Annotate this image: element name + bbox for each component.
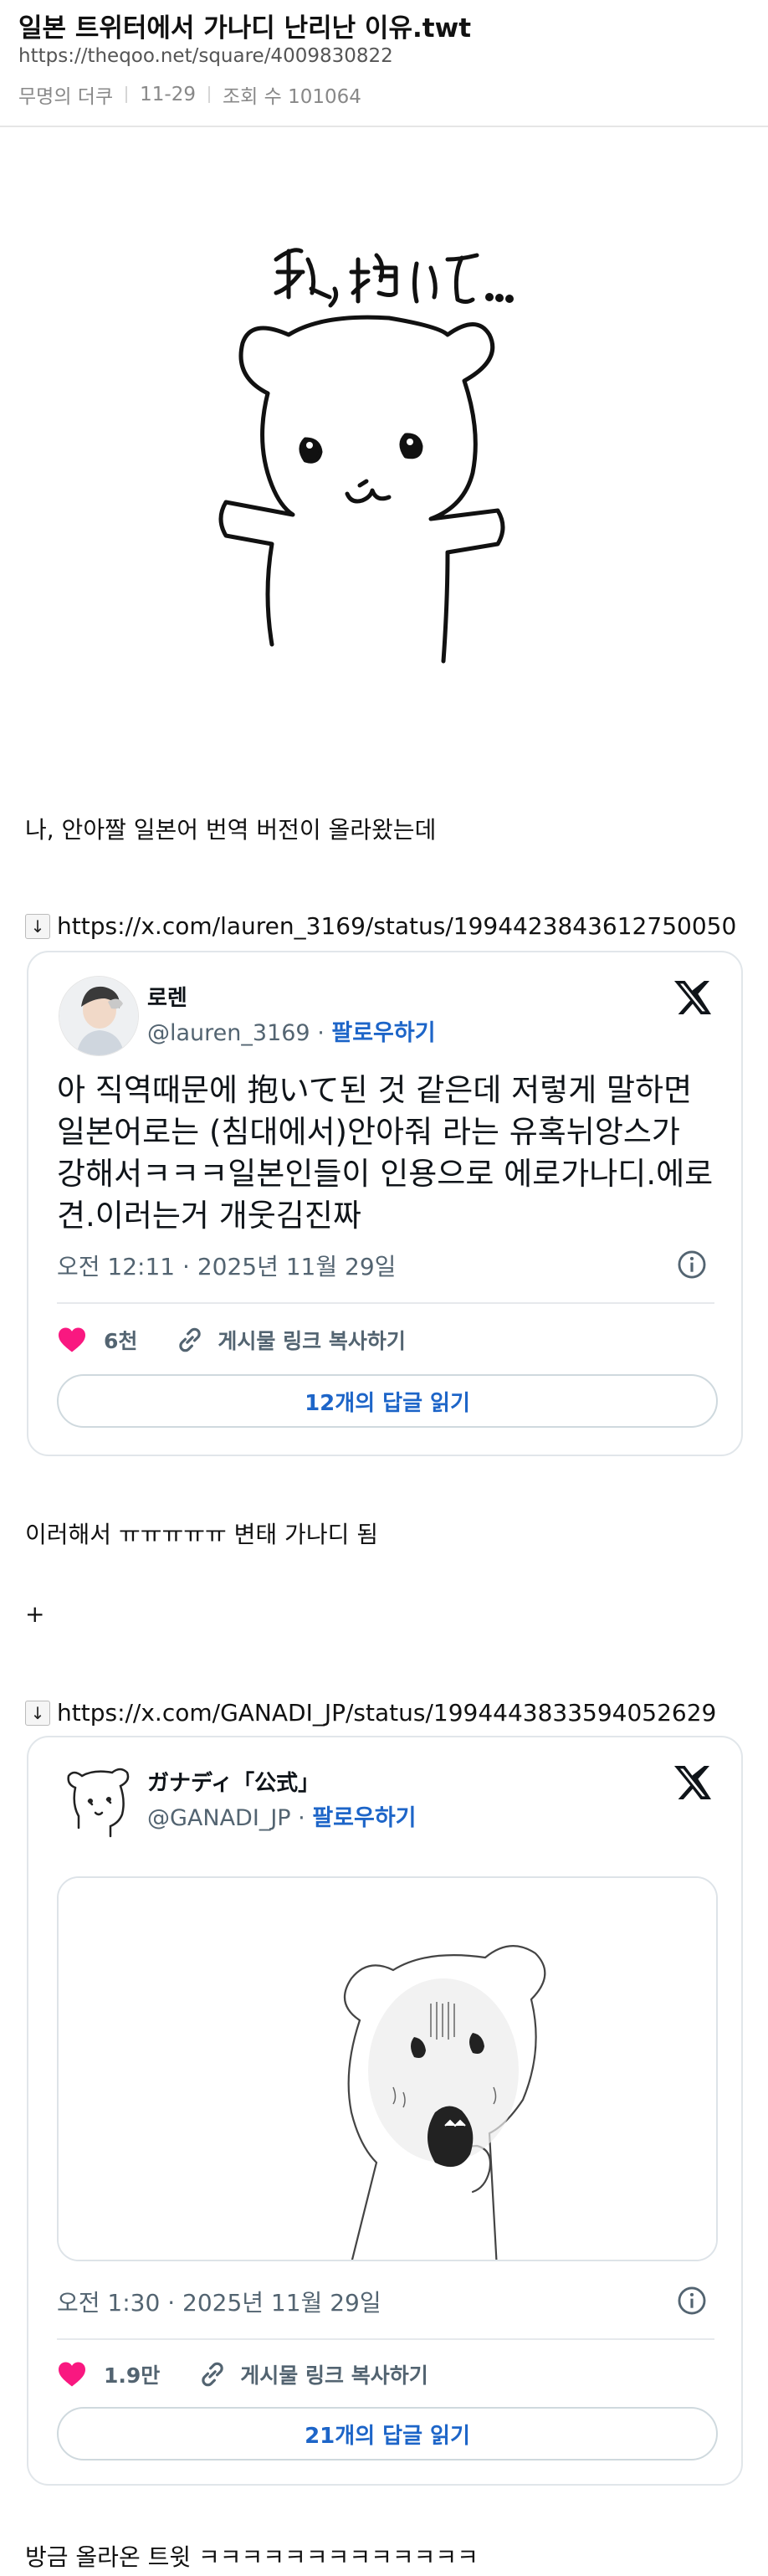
plus-text: + [25,1600,45,1628]
post-author[interactable]: 무명의 더쿠 [18,80,113,109]
tweet-1-url[interactable]: https://x.com/lauren_3169/status/1994423… [57,912,736,940]
like-count[interactable]: 1.9만 [104,2359,160,2389]
info-icon[interactable] [676,1249,708,1280]
link-icon[interactable] [174,1324,206,1356]
tweet-handle-row: @GANADI_JP · 팔로우하기 [147,1799,417,1832]
x-logo-icon[interactable] [673,978,713,1018]
handle-separator: · [310,1020,332,1046]
tweet-actions: 1.9만 게시물 링크 복사하기 [57,2358,428,2390]
tweet-divider [57,1302,714,1304]
down-arrow-icon: ↓ [25,1700,50,1726]
meta-divider [207,86,210,103]
tweet-embed-1[interactable]: 로렌 @lauren_3169 · 팔로우하기 아 직역때문에 抱いて된 것 같… [27,951,743,1456]
tweet-divider [57,2338,714,2340]
tweet-2-link[interactable]: ↓ https://x.com/GANADI_JP/status/1994443… [25,1699,716,1727]
copy-link-button[interactable]: 게시물 링크 복사하기 [218,1325,405,1355]
tweet-actions: 6천 게시물 링크 복사하기 [57,1324,406,1356]
tweet-timestamp[interactable]: 오전 1:30 · 2025년 11월 29일 [57,2285,381,2318]
heart-icon[interactable] [57,2361,87,2388]
info-icon[interactable] [676,2285,708,2317]
post-meta: 무명의 더쿠 11-29 조회 수 101064 [18,80,361,109]
tweet-media-image[interactable] [57,1876,718,2261]
handle-separator: · [290,1805,313,1831]
comment-text: 이러해서 ㅠㅠㅠㅠㅠ 변태 가나디 됨 [25,1521,379,1548]
post-title: 일본 트위터에서 가나디 난리난 이유.twt [18,13,472,44]
post-views: 조회 수 101064 [222,86,361,108]
post-url[interactable]: https://theqoo.net/square/4009830822 [18,45,393,67]
tweet-author-name[interactable]: 로렌 [147,981,187,1012]
tweet-handle[interactable]: @lauren_3169 [147,1020,310,1046]
tweet-text: 아 직역때문에 抱いて된 것 같은데 저렇게 말하면 일본어로는 (침대에서)안… [57,1072,714,1234]
avatar[interactable] [59,1759,139,1840]
link-icon[interactable] [197,2358,228,2390]
heart-icon[interactable] [57,1326,87,1353]
down-arrow-icon: ↓ [25,913,50,939]
copy-link-button[interactable]: 게시물 링크 복사하기 [240,2359,428,2389]
follow-button[interactable]: 팔로우하기 [331,1020,435,1046]
avatar[interactable] [59,976,139,1056]
follow-button[interactable]: 팔로우하기 [312,1805,416,1831]
tweet-author-name[interactable]: ガナディ「公式」 [147,1766,320,1797]
closing-text: 방금 올라온 트윗 ㅋㅋㅋㅋㅋㅋㅋㅋㅋㅋㅋㅋㅋ [25,2543,479,2571]
bear-illustration-image [218,248,514,664]
intro-text: 나, 안아짤 일본어 번역 버전이 올라왔는데 [25,816,437,844]
read-replies-button[interactable]: 21개의 답글 읽기 [57,2407,718,2461]
tweet-handle[interactable]: @GANADI_JP [147,1805,291,1831]
tweet-embed-2[interactable]: ガナディ「公式」 @GANADI_JP · 팔로우하기 오전 1:30 · 20… [27,1736,743,2486]
tweet-handle-row: @lauren_3169 · 팔로우하기 [147,1014,436,1047]
tweet-timestamp[interactable]: 오전 12:11 · 2025년 11월 29일 [57,1249,396,1282]
tweet-1-link[interactable]: ↓ https://x.com/lauren_3169/status/19944… [25,912,736,940]
read-replies-button[interactable]: 12개의 답글 읽기 [57,1374,718,1428]
post-date: 11-29 [140,84,196,105]
tweet-2-url[interactable]: https://x.com/GANADI_JP/status/199444383… [57,1699,716,1727]
post-header: 일본 트위터에서 가나디 난리난 이유.twt https://theqoo.n… [0,0,768,127]
x-logo-icon[interactable] [673,1763,713,1803]
like-count[interactable]: 6천 [104,1325,137,1355]
meta-divider [125,86,128,103]
